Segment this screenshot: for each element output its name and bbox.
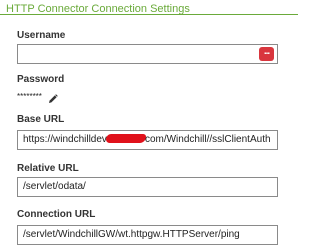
password-row: ******** xyxy=(17,91,58,103)
base-url-prefix: https://windchilldev xyxy=(23,134,107,145)
username-menu-button[interactable]: ... xyxy=(259,47,274,61)
base-url-field[interactable]: https://windchilldev com/Windchill//sslCl… xyxy=(17,130,278,150)
more-horizontal-icon: ... xyxy=(263,46,270,57)
base-url-suffix: com/Windchill//sslClientAuth xyxy=(144,134,271,145)
relative-url-value: /servlet/odata/ xyxy=(23,181,86,192)
relative-url-field[interactable]: /servlet/odata/ xyxy=(17,177,278,197)
connection-url-field[interactable]: /servlet/WindchillGW/wt.httpgw.HTTPServe… xyxy=(17,225,278,245)
pencil-icon[interactable] xyxy=(48,91,58,103)
connection-settings-panel: HTTP Connector Connection Settings Usern… xyxy=(0,0,298,251)
redaction-mark xyxy=(105,134,146,143)
connection-url-label: Connection URL xyxy=(17,209,96,220)
connection-url-value: /servlet/WindchillGW/wt.httpgw.HTTPServe… xyxy=(23,229,240,240)
username-label: Username xyxy=(17,30,66,41)
password-mask: ******** xyxy=(17,91,42,101)
title-divider xyxy=(0,14,298,15)
username-field[interactable]: ... xyxy=(17,44,278,64)
password-label: Password xyxy=(17,74,65,85)
base-url-label: Base URL xyxy=(17,114,65,125)
relative-url-label: Relative URL xyxy=(17,163,79,174)
